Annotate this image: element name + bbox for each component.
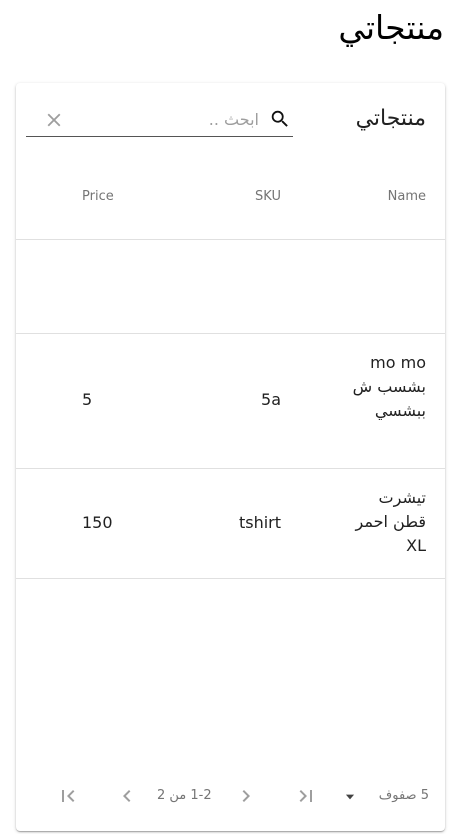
cell-price: 5	[82, 390, 93, 409]
header-divider	[16, 239, 445, 240]
arrow-drop-down-icon[interactable]	[343, 790, 357, 804]
cell-name: تيشرت قطن احمر XL	[355, 488, 426, 555]
pagination-bar: 5 صفوف 1-2 من 2	[16, 781, 445, 813]
cell-sku: 5a	[261, 390, 281, 409]
row-divider	[16, 578, 445, 579]
column-header-name[interactable]: Name	[388, 188, 426, 206]
page-title: منتجاتي	[338, 8, 444, 47]
table-title: منتجاتي	[355, 106, 426, 131]
chevron-left-icon[interactable]	[115, 784, 139, 808]
column-header-sku[interactable]: SKU	[255, 188, 281, 206]
first-page-icon[interactable]	[56, 784, 80, 808]
page-range-label: 1-2 من 2	[157, 788, 212, 803]
cell-name: mo mo بشسب ش ببشسي	[352, 353, 426, 420]
column-header-price[interactable]: Price	[82, 188, 114, 206]
cell-price: 150	[82, 513, 113, 532]
products-table-card: منتجاتي Name SKU Price mo mo بشسب ش ببشس…	[16, 83, 445, 831]
row-divider	[16, 468, 445, 469]
search-field	[26, 102, 293, 137]
last-page-icon[interactable]	[294, 784, 318, 808]
search-input[interactable]	[79, 106, 259, 132]
close-icon[interactable]	[43, 109, 65, 131]
row-divider	[16, 333, 445, 334]
cell-sku: tshirt	[238, 513, 281, 532]
rows-per-page-select[interactable]: 5 صفوف	[379, 787, 429, 805]
search-icon	[271, 110, 288, 127]
chevron-right-icon[interactable]	[234, 784, 258, 808]
